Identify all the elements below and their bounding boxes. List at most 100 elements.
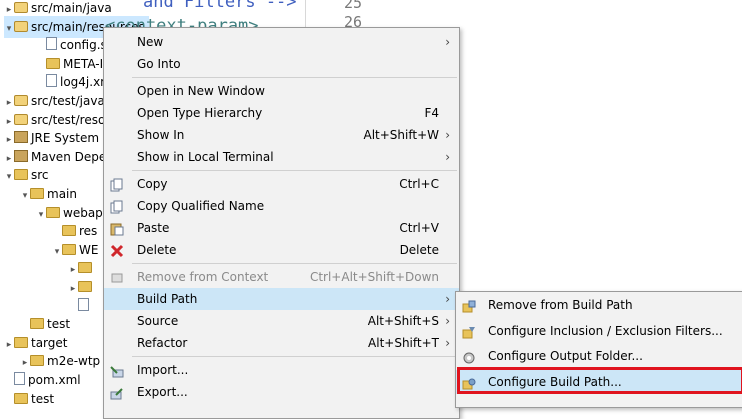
line-number: 25 — [343, 0, 362, 12]
tree-item-label: main — [47, 187, 77, 201]
tree-item-label: m2e-wtp — [47, 354, 101, 369]
menu-item-source[interactable]: Source Alt+Shift+S › — [104, 310, 459, 332]
menu-item-label: Source — [137, 314, 179, 328]
tree-item-label: src/main/java — [31, 1, 112, 15]
tree-item-label: res — [79, 224, 98, 239]
callout-highlight-box — [457, 367, 742, 394]
output-folder-icon — [462, 349, 476, 364]
menu-item-label: Refactor — [137, 336, 188, 350]
menu-item-refactor[interactable]: Refactor Alt+Shift+T › — [104, 332, 459, 354]
menu-item-label: Go Into — [137, 57, 181, 71]
folder-icon — [30, 355, 44, 367]
menu-item-new[interactable]: New › — [104, 31, 459, 53]
submenu-arrow-icon: › — [445, 150, 450, 164]
tree-item-label: test — [31, 391, 55, 406]
tree-item-label: pom.xml — [28, 373, 81, 387]
menu-item-shortcut: Alt+Shift+W — [363, 128, 440, 142]
menu-item-go-into[interactable]: Go Into — [104, 53, 459, 75]
paste-icon — [110, 221, 124, 236]
submenu-item-label: Configure Inclusion / Exclusion Filters.… — [488, 323, 723, 338]
expand-down-icon[interactable]: ▾ — [4, 166, 14, 188]
tree-item-label: Maven Depe — [31, 149, 107, 164]
remove-build-path-icon — [462, 298, 476, 313]
menu-item-import[interactable]: Import... — [104, 359, 459, 381]
folder-icon — [14, 336, 28, 348]
tree-item[interactable] — [68, 295, 92, 317]
menu-item-shortcut: Ctrl+V — [399, 221, 439, 235]
menu-item-label: Remove from Context — [137, 270, 269, 284]
expand-right-icon[interactable]: ▸ — [4, 334, 14, 356]
menu-item-shortcut: Delete — [399, 243, 439, 257]
menu-item-delete[interactable]: Delete Delete — [104, 239, 459, 261]
file-icon — [78, 297, 89, 311]
menu-item-shortcut: Alt+Shift+T — [368, 336, 439, 350]
submenu-item-remove-from-build-path[interactable]: Remove from Build Path — [456, 293, 742, 317]
menu-item-show-in-local-terminal[interactable]: Show in Local Terminal › — [104, 146, 459, 168]
import-icon — [110, 363, 124, 378]
menu-item-open-type-hierarchy[interactable]: Open Type Hierarchy F4 — [104, 102, 459, 124]
menu-item-copy[interactable]: Copy Ctrl+C — [104, 173, 459, 195]
tree-item-label: WE — [79, 242, 99, 257]
menu-item-copy-qualified-name[interactable]: Copy Qualified Name — [104, 195, 459, 217]
folder-icon — [14, 169, 28, 181]
menu-separator — [132, 77, 457, 78]
expand-down-icon[interactable]: ▾ — [4, 18, 14, 40]
menu-separator — [132, 263, 457, 264]
package-folder-icon — [14, 113, 28, 125]
tree-item-label: src — [31, 168, 49, 183]
submenu-arrow-icon: › — [445, 292, 450, 306]
filter-icon — [462, 324, 476, 338]
package-folder-icon — [14, 20, 28, 32]
menu-item-export[interactable]: Export... — [104, 381, 459, 403]
menu-item-open-in-new-window[interactable]: Open in New Window — [104, 80, 459, 102]
library-icon — [14, 149, 28, 162]
submenu-item-configure-inclusion-exclusion-filters[interactable]: Configure Inclusion / Exclusion Filters.… — [456, 319, 742, 343]
menu-item-build-path[interactable]: Build Path › — [104, 288, 459, 310]
expand-down-icon[interactable]: ▾ — [52, 241, 62, 263]
folder-icon — [78, 281, 92, 292]
remove-context-icon — [110, 270, 124, 284]
menu-item-label: Open Type Hierarchy — [137, 106, 263, 120]
submenu-arrow-icon: › — [445, 314, 450, 328]
submenu-item-configure-output-folder[interactable]: Configure Output Folder... — [456, 344, 742, 368]
menu-item-shortcut: F4 — [424, 106, 439, 120]
menu-item-shortcut: Ctrl+Alt+Shift+Down — [309, 270, 439, 284]
tree-item-label: JRE System — [31, 131, 100, 146]
tree-item-label: target — [31, 335, 68, 350]
submenu-arrow-icon: › — [445, 128, 450, 142]
menu-item-label: Copy Qualified Name — [137, 199, 265, 213]
expand-down-icon[interactable]: ▾ — [36, 204, 46, 226]
menu-separator — [132, 356, 457, 357]
copy-icon — [110, 177, 124, 192]
menu-item-paste[interactable]: Paste Ctrl+V — [104, 217, 459, 239]
submenu-item-label: Configure Output Folder... — [488, 349, 643, 363]
menu-item-label: Open in New Window — [137, 84, 265, 98]
menu-item-label: Copy — [137, 177, 168, 191]
menu-item-label: Show In — [137, 128, 185, 142]
folder-icon — [30, 188, 44, 199]
tree-item-label: src/test/java — [31, 94, 105, 108]
package-folder-icon — [14, 95, 28, 106]
tree-item[interactable]: test — [4, 388, 54, 406]
menu-item-show-in[interactable]: Show In Alt+Shift+W › — [104, 124, 459, 146]
package-folder-icon — [14, 2, 28, 13]
library-icon — [14, 131, 28, 144]
folder-icon — [46, 57, 60, 69]
file-icon — [46, 37, 57, 51]
submenu-item-label: Remove from Build Path — [488, 298, 633, 312]
expand-down-icon[interactable]: ▾ — [20, 185, 30, 207]
tree-item-label: src/test/reso — [31, 112, 106, 127]
menu-item-label: Show in Local Terminal — [137, 150, 274, 164]
menu-item-shortcut: Ctrl+C — [399, 177, 439, 191]
folder-icon — [62, 225, 76, 237]
folder-icon — [14, 392, 28, 404]
submenu-arrow-icon: › — [445, 336, 450, 350]
delete-icon — [110, 243, 124, 258]
folder-icon — [78, 262, 92, 274]
menu-item-shortcut: Alt+Shift+S — [367, 314, 439, 328]
copy-icon — [110, 199, 124, 214]
menu-item-label: Paste — [137, 221, 170, 235]
menu-item-label: Delete — [137, 243, 177, 257]
file-icon — [14, 372, 25, 385]
context-menu: New › Go Into Open in New Window Open Type H… — [103, 27, 460, 419]
